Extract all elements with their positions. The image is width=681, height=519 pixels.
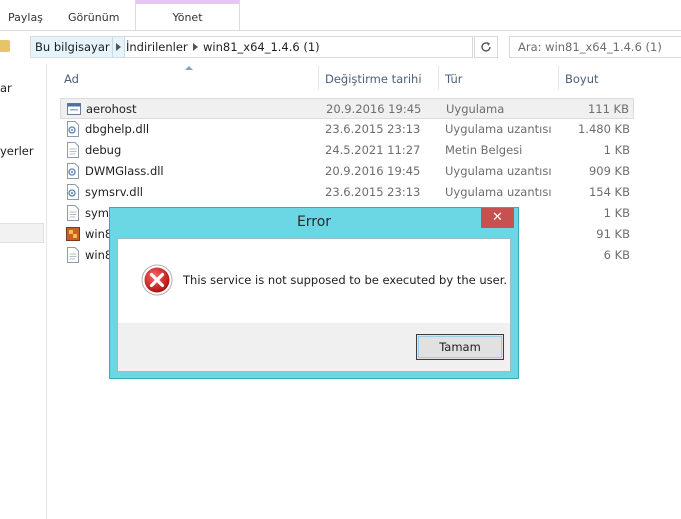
file-name: DWMGlass.dll — [85, 164, 164, 178]
dialog-content-area: This service is not supposed to be execu… — [118, 239, 510, 323]
file-row[interactable]: dbghelp.dll 23.6.2015 23:13 Uygulama uzant… — [60, 119, 634, 140]
file-size: 6 KB — [603, 248, 630, 262]
sort-ascending-icon — [185, 66, 193, 70]
file-date: 20.9.2016 19:45 — [326, 102, 422, 116]
file-size: 909 KB — [588, 164, 630, 178]
contextual-tab-stripe — [136, 0, 239, 4]
chevron-right-icon — [116, 43, 121, 51]
ok-button[interactable]: Tamam — [416, 334, 504, 360]
address-row: Bu bilgisayar İndirilenler win81_x64_1.4… — [0, 31, 681, 64]
text-file-icon — [66, 142, 80, 158]
dll-icon — [66, 163, 80, 179]
file-size: 1 KB — [603, 143, 630, 157]
tab-manage[interactable]: Yönet — [135, 0, 240, 30]
ribbon-tabs: Paylaş Görünüm Yönet — [0, 0, 681, 31]
file-row[interactable]: aerohost 20.9.2016 19:45 Uygulama 111 KB — [60, 98, 634, 119]
column-header-size[interactable]: Boyut — [565, 72, 599, 86]
breadcrumb-separator-button[interactable] — [113, 37, 125, 57]
file-row[interactable]: symsrv.dll 23.6.2015 23:13 Uygulama uzantı… — [60, 182, 634, 203]
file-type: Uygulama uzantısı — [445, 164, 552, 178]
tab-share[interactable]: Paylaş — [8, 11, 43, 24]
file-type: Metin Belgesi — [445, 143, 523, 157]
file-size: 91 KB — [596, 227, 630, 241]
file-date: 23.6.2015 23:13 — [325, 185, 421, 199]
file-type: Uygulama uzantısı — [445, 185, 552, 199]
column-divider[interactable] — [558, 66, 559, 90]
file-size: 1 KB — [603, 206, 630, 220]
file-size: 154 KB — [588, 185, 630, 199]
file-date: 23.6.2015 23:13 — [325, 122, 421, 136]
file-date: 20.9.2016 19:45 — [325, 164, 421, 178]
file-row[interactable]: debug 24.5.2021 11:27 Metin Belgesi 1 KB — [60, 140, 634, 161]
file-row[interactable]: DWMGlass.dll 20.9.2016 19:45 Uygulama uzan… — [60, 161, 634, 182]
search-input[interactable]: Ara: win81_x64_1.4.6 (1) — [509, 36, 681, 58]
breadcrumb-this-pc[interactable]: Bu bilgisayar — [31, 37, 113, 57]
app-icon — [67, 101, 81, 117]
breadcrumb-label: Bu bilgisayar — [35, 40, 110, 54]
file-type: Uygulama uzantısı — [445, 122, 552, 136]
file-name: debug — [85, 143, 122, 157]
close-button[interactable]: ✕ — [481, 208, 514, 228]
column-header-name[interactable]: Ad — [64, 72, 79, 86]
text-file-icon — [66, 205, 80, 221]
navigation-pane: ar yerler — [0, 64, 47, 519]
nav-selected-item[interactable] — [0, 223, 44, 243]
dialog-message: This service is not supposed to be execu… — [183, 273, 508, 287]
dialog-title: Error — [296, 214, 332, 230]
dll-icon — [66, 121, 80, 137]
file-size: 1.480 KB — [577, 122, 630, 136]
file-name: dbghelp.dll — [85, 122, 150, 136]
column-divider[interactable] — [318, 66, 319, 90]
nav-item[interactable]: yerler — [0, 144, 34, 158]
dll-icon — [66, 184, 80, 200]
column-header-date[interactable]: Değiştirme tarihi — [325, 72, 422, 86]
folder-icon — [0, 40, 10, 52]
breadcrumb-downloads[interactable]: İndirilenler — [126, 40, 188, 54]
file-name: symsrv.dll — [85, 185, 143, 199]
column-divider[interactable] — [438, 66, 439, 90]
file-size: 111 KB — [587, 102, 629, 116]
address-bar[interactable]: Bu bilgisayar İndirilenler win81_x64_1.4… — [30, 36, 498, 58]
refresh-button[interactable] — [474, 36, 498, 58]
file-type: Uygulama — [446, 102, 505, 116]
breadcrumb-current-folder[interactable]: win81_x64_1.4.6 (1) — [203, 40, 320, 54]
column-header-type[interactable]: Tür — [445, 72, 462, 86]
file-date: 24.5.2021 11:27 — [325, 143, 421, 157]
installer-icon — [66, 226, 80, 242]
text-file-icon — [66, 247, 80, 263]
error-icon — [141, 264, 173, 296]
search-placeholder: Ara: win81_x64_1.4.6 (1) — [518, 40, 662, 54]
chevron-right-icon[interactable] — [193, 43, 198, 51]
refresh-icon — [481, 42, 491, 52]
file-name: aerohost — [86, 102, 137, 116]
dialog-body: This service is not supposed to be execu… — [117, 238, 511, 372]
tab-view[interactable]: Görünüm — [68, 11, 119, 24]
tab-manage-label: Yönet — [172, 11, 203, 24]
error-dialog: Error ✕ This service is not supposed to … — [109, 207, 519, 379]
nav-item[interactable]: ar — [0, 81, 12, 95]
